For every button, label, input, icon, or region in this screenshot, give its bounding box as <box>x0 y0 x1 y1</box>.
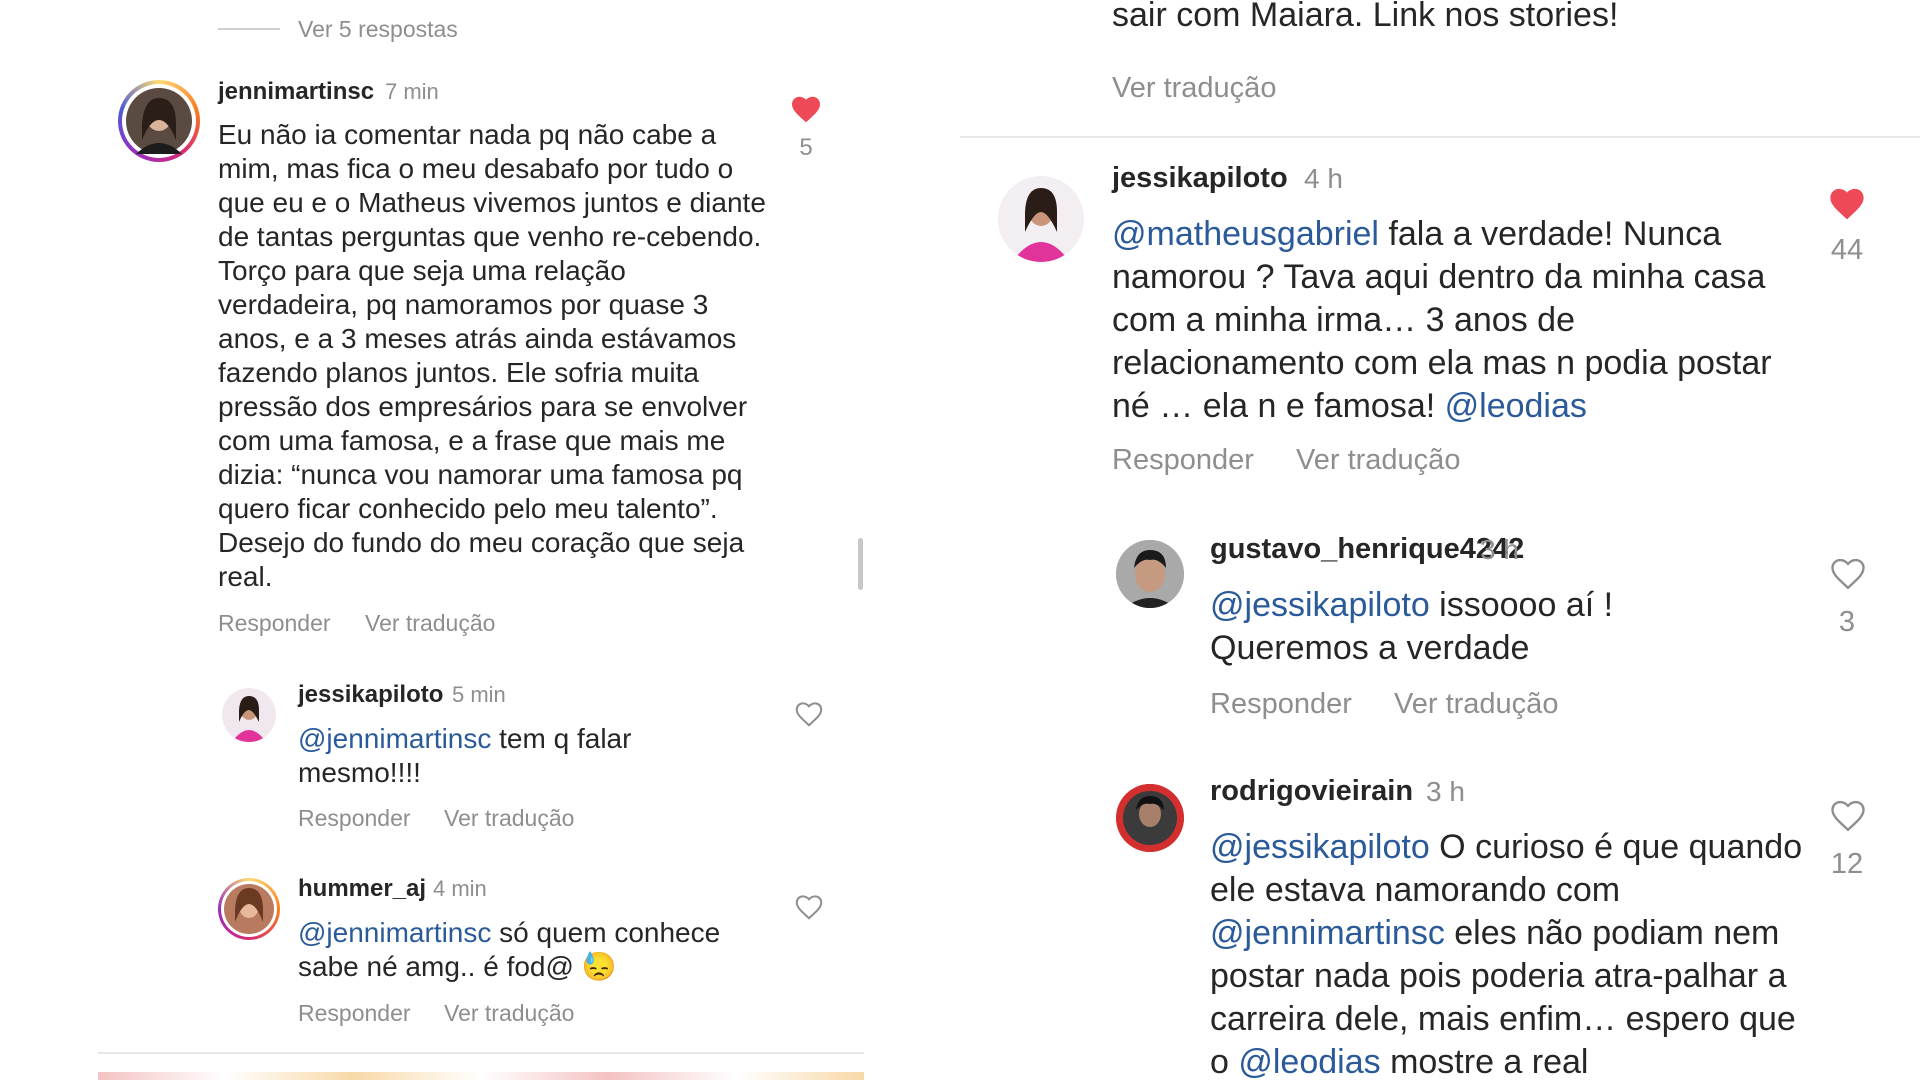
avatar-photo <box>1116 784 1184 852</box>
translate-button[interactable]: Ver tradução <box>444 1000 574 1027</box>
reply-username[interactable]: jessikapiloto <box>298 681 443 709</box>
reply-time: 3 h <box>1480 534 1519 565</box>
reply-time: 3 h <box>1426 776 1465 807</box>
divider <box>98 1052 864 1054</box>
avatar-gustavo-henrique4242[interactable] <box>1116 540 1184 608</box>
scrollbar[interactable] <box>858 538 863 590</box>
mention-link[interactable]: @jessikapiloto <box>1210 828 1430 866</box>
comment-username[interactable]: jessikapiloto <box>1112 162 1288 195</box>
mention-link[interactable]: @leodias <box>1445 387 1587 425</box>
like-count: 12 <box>1830 848 1864 880</box>
avatar-rodrigovieirain[interactable] <box>1116 784 1184 852</box>
mention-link[interactable]: @jennimartinsc <box>298 917 491 948</box>
previous-comment-tail: sair com Maiara. Link nos stories! <box>1112 0 1619 34</box>
avatar-jennimartinsc[interactable] <box>118 80 200 162</box>
emoji-bar-edge <box>98 1072 864 1080</box>
divider <box>960 136 1920 138</box>
avatar-jessikapiloto[interactable] <box>998 176 1084 262</box>
avatar-hummer-aj[interactable] <box>218 878 280 940</box>
heart-outline-icon[interactable] <box>1829 556 1867 596</box>
comment-text: @matheusgabriel fala a verdade! Nunca na… <box>1112 215 1772 425</box>
mention-link[interactable]: @jennimartinsc <box>298 723 491 754</box>
mention-link[interactable]: @jessikapiloto <box>1210 586 1430 624</box>
translate-button[interactable]: Ver tradução <box>444 805 574 832</box>
avatar-jessikapiloto[interactable] <box>222 688 276 742</box>
reply-text: @jennimartinsc tem q falar mesmo!!!! <box>298 723 632 788</box>
heart-outline-icon[interactable] <box>794 700 824 733</box>
heart-outline-icon[interactable] <box>1829 798 1867 838</box>
view-replies-link[interactable]: Ver 5 respostas <box>298 16 458 43</box>
like-count: 5 <box>799 134 813 161</box>
heart-icon-liked[interactable] <box>790 94 822 129</box>
reply-time: 4 min <box>433 876 487 901</box>
reply-text: @jessikapiloto O curioso é que quando el… <box>1210 828 1803 1080</box>
comment-username[interactable]: jennimartinsc <box>218 78 374 106</box>
reply-button[interactable]: Responder <box>218 610 331 637</box>
reply-button[interactable]: Responder <box>298 1000 411 1027</box>
left-comments-pane: Ver 5 respostas jennimartinsc 7 min Eu n… <box>0 0 880 1080</box>
translate-button[interactable]: Ver tradução <box>365 610 495 637</box>
comment-time: 4 h <box>1304 163 1343 194</box>
reply-text: @jessikapiloto issoooo aí ! Queremos a v… <box>1210 586 1614 667</box>
heart-outline-icon[interactable] <box>794 893 824 926</box>
avatar-photo <box>1012 188 1070 262</box>
translate-button[interactable]: Ver tradução <box>1296 444 1460 477</box>
translate-button[interactable]: Ver tradução <box>1394 688 1558 721</box>
reply-username[interactable]: rodrigovieirain <box>1210 775 1413 808</box>
reply-username[interactable]: hummer_aj <box>298 875 426 903</box>
comment-text: Eu não ia comentar nada pq não cabe a mi… <box>218 119 766 592</box>
avatar-photo <box>221 881 277 937</box>
view-replies-line <box>218 28 280 30</box>
reply-username[interactable]: gustavo_henrique4242 <box>1210 533 1524 566</box>
avatar-photo <box>232 696 266 742</box>
translate-button[interactable]: Ver tradução <box>1112 72 1276 105</box>
reply-text: @jennimartinsc só quem conhece sabe né a… <box>298 917 721 982</box>
comment-time: 7 min <box>385 79 439 104</box>
like-count: 3 <box>1838 606 1856 638</box>
right-comments-pane: sair com Maiara. Link nos stories! Ver t… <box>940 0 1920 1080</box>
reply-button[interactable]: Responder <box>298 805 411 832</box>
reply-time: 5 min <box>452 682 506 707</box>
mention-link[interactable]: @jennimartinsc <box>1210 914 1445 952</box>
mention-link[interactable]: @matheusgabriel <box>1112 215 1379 253</box>
mention-link[interactable]: @leodias <box>1238 1043 1380 1080</box>
like-count: 44 <box>1830 234 1864 266</box>
avatar-photo <box>122 84 196 158</box>
avatar-photo <box>1116 540 1184 608</box>
reply-button[interactable]: Responder <box>1112 444 1254 477</box>
heart-icon-liked[interactable] <box>1828 186 1866 226</box>
reply-button[interactable]: Responder <box>1210 688 1352 721</box>
